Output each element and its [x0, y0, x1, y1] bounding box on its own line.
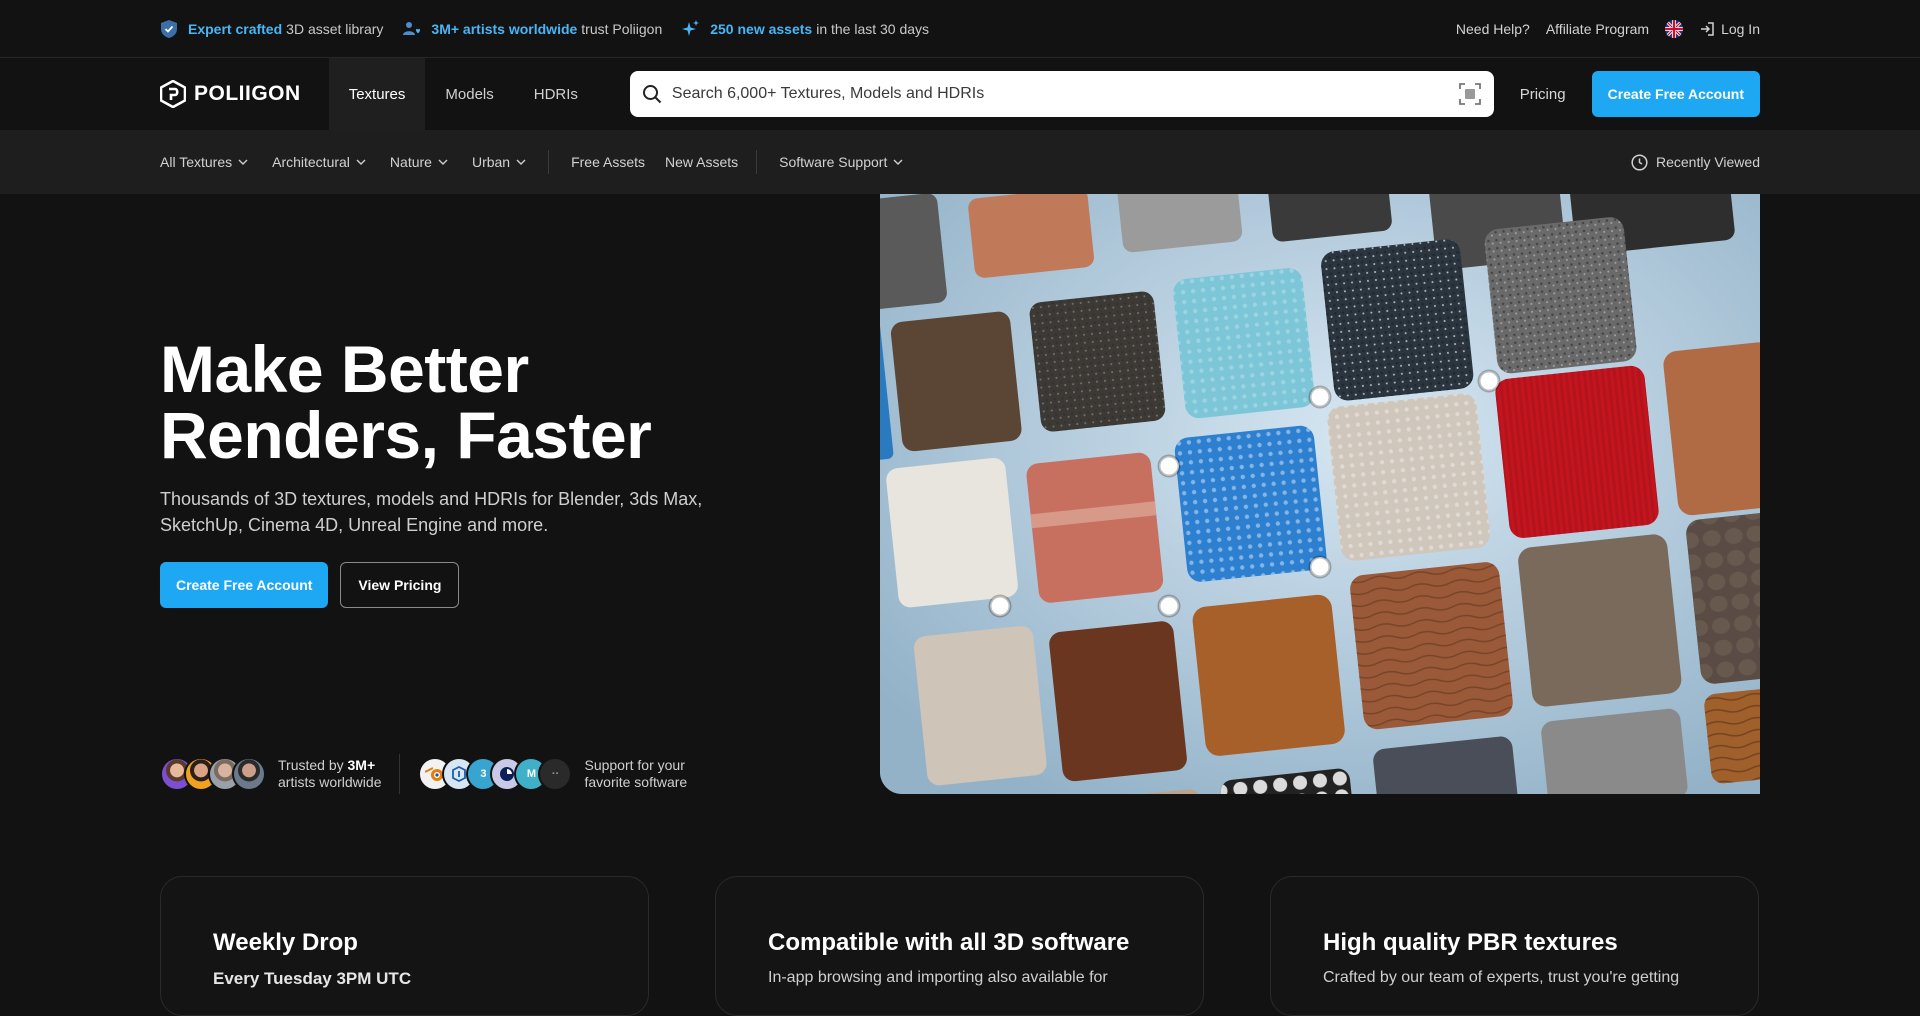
feature-card-pbr[interactable]: High quality PBR textures Crafted by our…	[1270, 876, 1759, 1016]
3ds-max-label: 3	[480, 768, 487, 780]
dropdown-nature[interactable]: Nature	[390, 154, 448, 170]
feature-card-compatible[interactable]: Compatible with all 3D software In-app b…	[715, 876, 1204, 1016]
more-software-icon: ··	[538, 757, 573, 791]
divider	[399, 754, 401, 794]
chevron-down-icon	[516, 159, 526, 165]
trust-suffix: artists worldwide	[278, 774, 382, 790]
dropdown-label: All Textures	[160, 154, 233, 170]
hero-title-line2: Renders, Faster	[160, 398, 652, 472]
announcement-new-assets: 250 new assets in the last 30 days	[682, 20, 929, 38]
announcement-expert-highlight: Expert crafted	[188, 21, 283, 37]
need-help-link[interactable]: Need Help?	[1456, 21, 1530, 37]
affiliate-program-link[interactable]: Affiliate Program	[1546, 21, 1649, 37]
tab-textures[interactable]: Textures	[328, 58, 426, 130]
free-assets-link[interactable]: Free Assets	[571, 154, 645, 170]
announcement-artists-text: trust Poliigon	[581, 21, 663, 37]
chevron-down-icon	[438, 159, 448, 165]
feature-cards: Weekly Drop Every Tuesday 3PM UTC Compat…	[0, 876, 1920, 1016]
create-account-button[interactable]: Create Free Account	[1591, 71, 1760, 117]
card-title: Weekly Drop	[213, 929, 358, 956]
new-assets-link[interactable]: New Assets	[665, 154, 738, 170]
uk-flag-icon[interactable]	[1665, 20, 1684, 38]
clock-icon	[1631, 153, 1648, 171]
announcement-new-assets-text: in the last 30 days	[816, 21, 930, 37]
trust-text: Trusted by 3M+ artists worldwide	[278, 757, 381, 791]
logo-text: POLIIGON	[194, 82, 301, 105]
trust-count: 3M+	[347, 757, 376, 773]
more-software-label: ··	[551, 768, 560, 780]
poliigon-logo[interactable]: POLIIGON	[160, 80, 301, 108]
dropdown-label: Architectural	[272, 154, 350, 170]
login-icon	[1701, 22, 1714, 36]
dropdown-urban[interactable]: Urban	[472, 154, 526, 170]
feature-card-weekly-drop[interactable]: Weekly Drop Every Tuesday 3PM UTC	[160, 876, 649, 1016]
sparkle-icon	[682, 20, 700, 38]
dropdown-all-textures[interactable]: All Textures	[160, 154, 248, 170]
recently-viewed-button[interactable]: Recently Viewed	[1631, 153, 1760, 171]
hero-title-line1: Make Better	[160, 332, 529, 406]
card-text: In-app browsing and importing also avail…	[768, 969, 1108, 986]
dropdown-label: Software Support	[779, 154, 888, 170]
chevron-down-icon	[893, 159, 903, 165]
announcement-artists-highlight: 3M+ artists worldwide	[431, 21, 578, 37]
visual-search-icon[interactable]	[1458, 82, 1482, 106]
trust-row: Trusted by 3M+ artists worldwide 3 M ·· …	[160, 754, 687, 794]
users-heart-icon	[403, 20, 421, 38]
pricing-link[interactable]: Pricing	[1520, 86, 1566, 103]
support-line1: Support for your	[584, 757, 685, 773]
announcement-artists: 3M+ artists worldwide trust Poliigon	[403, 20, 662, 38]
search-bar[interactable]	[629, 71, 1494, 117]
verified-shield-icon	[160, 20, 178, 38]
tab-hdris[interactable]: HDRIs	[514, 58, 598, 130]
dropdown-software-support[interactable]: Software Support	[779, 154, 903, 170]
hero-materials-image	[880, 194, 1760, 794]
announcement-new-assets-highlight: 250 new assets	[710, 21, 813, 37]
main-header: POLIIGON Textures Models HDRIs Pricing C…	[0, 58, 1920, 130]
trust-prefix: Trusted by	[278, 757, 344, 773]
search-icon	[642, 85, 662, 104]
chevron-down-icon	[238, 159, 248, 165]
software-icons: 3 M ··	[418, 757, 573, 791]
search-input[interactable]	[671, 85, 1458, 103]
poliigon-hex-icon	[160, 80, 186, 108]
materials-illustration	[880, 194, 1760, 794]
dropdown-label: Urban	[471, 154, 511, 170]
card-title: Compatible with all 3D software	[768, 929, 1130, 956]
announcement-expert: Expert crafted 3D asset library	[160, 20, 383, 38]
tab-models[interactable]: Models	[425, 58, 513, 130]
announcement-bar: Expert crafted 3D asset library 3M+ arti…	[0, 0, 1920, 58]
card-text: Crafted by our team of experts, trust yo…	[1323, 969, 1680, 986]
dropdown-label: Nature	[389, 154, 432, 170]
hero-title: Make Better Renders, Faster	[160, 336, 652, 468]
support-text: Support for your favorite software	[584, 757, 687, 791]
chevron-down-icon	[356, 159, 366, 165]
divider	[548, 150, 550, 174]
view-pricing-button[interactable]: View Pricing	[340, 562, 460, 608]
dropdown-architectural[interactable]: Architectural	[272, 154, 366, 170]
hero-section: Make Better Renders, Faster Thousands of…	[0, 194, 1920, 794]
login-link[interactable]: Log In	[1699, 21, 1760, 37]
recently-viewed-label: Recently Viewed	[1655, 154, 1760, 170]
announcement-expert-text: 3D asset library	[286, 21, 384, 37]
hero-subtitle: Thousands of 3D textures, models and HDR…	[160, 489, 703, 535]
avatar	[232, 757, 266, 791]
maya-label: M	[526, 768, 537, 780]
card-title: High quality PBR textures	[1323, 929, 1618, 956]
category-bar: All Textures Architectural Nature Urban …	[0, 130, 1920, 194]
artist-avatars	[160, 757, 266, 791]
support-line2: favorite software	[584, 774, 688, 790]
card-text: Every Tuesday 3PM UTC	[213, 969, 412, 988]
divider	[756, 150, 758, 174]
login-label: Log In	[1721, 21, 1760, 37]
hero-create-account-button[interactable]: Create Free Account	[160, 562, 329, 608]
